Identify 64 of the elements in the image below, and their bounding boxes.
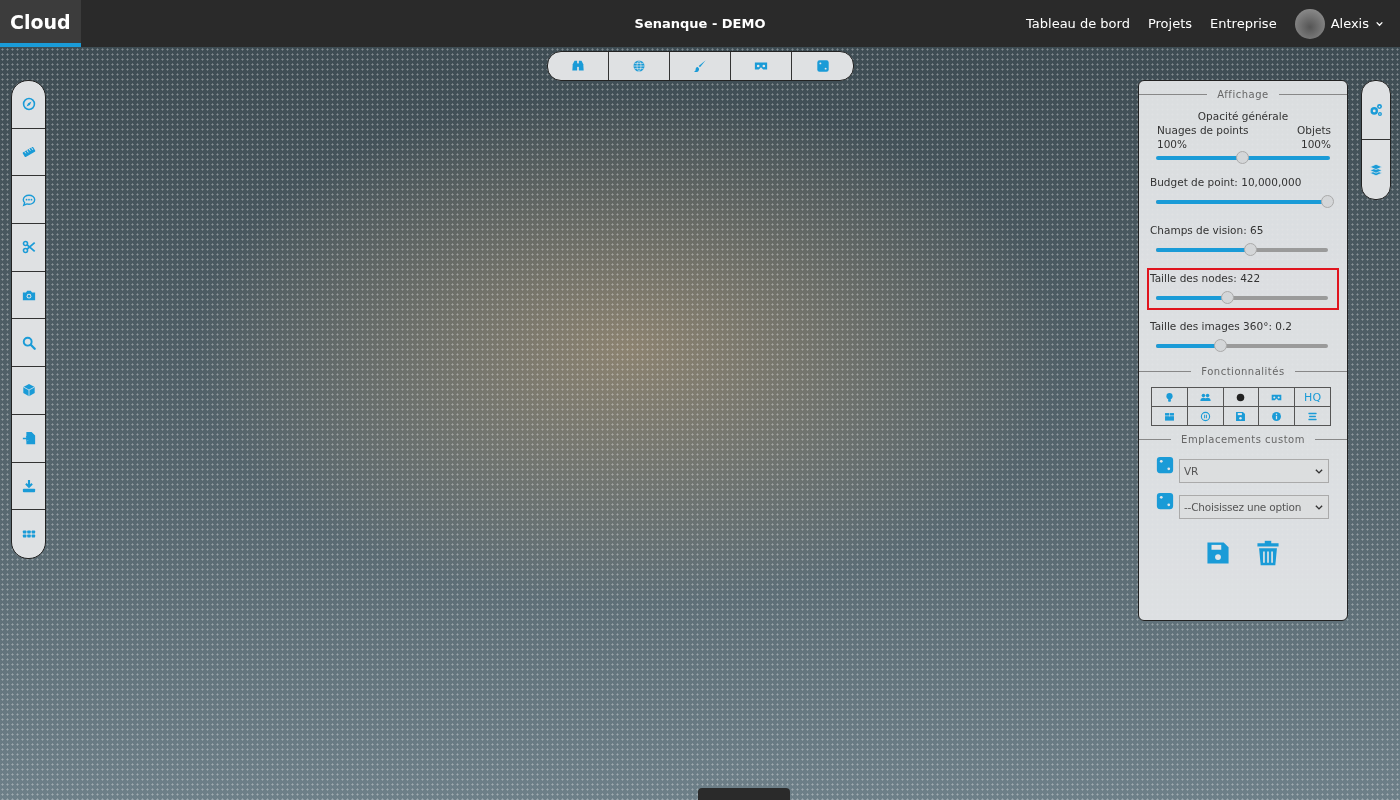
lightbulb-icon: [1163, 391, 1175, 403]
download-icon: [21, 478, 36, 493]
pause-circle-button[interactable]: [1187, 407, 1224, 426]
dice-icon: [1155, 491, 1175, 511]
slider-thumb[interactable]: [1221, 291, 1235, 304]
nav-link[interactable]: Tableau de bord: [1026, 16, 1130, 31]
slider-label: Taille des nodes: 422: [1149, 272, 1262, 284]
location-dropdown[interactable]: VR: [1179, 459, 1329, 483]
circle-button[interactable]: [1223, 388, 1260, 407]
comment-icon: [21, 192, 36, 207]
slider-label: Champs de vision: 65: [1149, 224, 1265, 236]
brush-icon: [693, 59, 707, 73]
slider-label: Budget de point: 10,000,000: [1149, 176, 1303, 188]
floppy-button[interactable]: [1223, 407, 1260, 426]
slider-thumb[interactable]: [1214, 339, 1228, 352]
caret-icon: [1314, 466, 1324, 476]
binoculars-icon: [571, 59, 585, 73]
slider-value: 100%: [1300, 138, 1331, 150]
floppy-icon: [1205, 539, 1231, 567]
box-button[interactable]: [1152, 407, 1188, 426]
slider-label: Taille des images 360°: 0.2: [1149, 320, 1293, 332]
globe-icon: [632, 59, 646, 73]
slider-label: Nuages de points: [1157, 124, 1249, 136]
info-icon: [1271, 410, 1283, 422]
lightbulb-button[interactable]: [1152, 388, 1188, 407]
scissors-icon: [21, 240, 36, 255]
slider-thumb[interactable]: [1236, 151, 1249, 164]
brand-logo[interactable]: Cloud: [0, 0, 81, 47]
slider-thumb[interactable]: [1243, 243, 1257, 256]
nav-link[interactable]: Projets: [1147, 16, 1193, 31]
box-icon: [1163, 410, 1175, 422]
trash-icon: [1255, 539, 1281, 567]
slider-thumb[interactable]: [1321, 195, 1334, 208]
circle-icon: [1235, 391, 1247, 403]
section-title: Fonctionnalités: [1201, 366, 1285, 377]
info-button[interactable]: [1259, 407, 1296, 426]
cube-icon: [21, 383, 36, 398]
users-icon: [1199, 391, 1211, 403]
search-icon: [21, 335, 36, 350]
location-dropdown[interactable]: --Choisissez une option: [1179, 495, 1329, 519]
section-title: Affichage: [1217, 89, 1269, 100]
vr-headset-button[interactable]: [1259, 388, 1296, 407]
bars-icon: [1307, 410, 1319, 422]
caret-icon: [1375, 19, 1384, 28]
slider-title: Opacité générale: [1196, 110, 1290, 122]
nav-link[interactable]: Entreprise: [1210, 16, 1277, 31]
section-title: Emplacements custom: [1181, 434, 1305, 445]
layers-icon: [1369, 162, 1383, 177]
camera-icon: [21, 288, 36, 303]
pause-circle-icon: [1199, 410, 1211, 422]
floppy-icon: [1235, 410, 1247, 422]
gears-icon: [1369, 103, 1383, 117]
dice-icon: [1155, 455, 1175, 475]
caret-icon: [1314, 502, 1324, 512]
project-title: Senanque - DEMO: [634, 16, 766, 31]
dice-icon: [815, 59, 830, 73]
user-menu[interactable]: Alexis: [1294, 8, 1384, 39]
slider-value: 100%: [1157, 138, 1188, 150]
file-import-icon: [21, 431, 36, 446]
bars-button[interactable]: [1295, 407, 1331, 426]
compass-icon: [21, 97, 36, 112]
users-button[interactable]: [1187, 388, 1224, 407]
avatar: [1294, 8, 1325, 39]
slider-label: Objets: [1297, 124, 1331, 136]
